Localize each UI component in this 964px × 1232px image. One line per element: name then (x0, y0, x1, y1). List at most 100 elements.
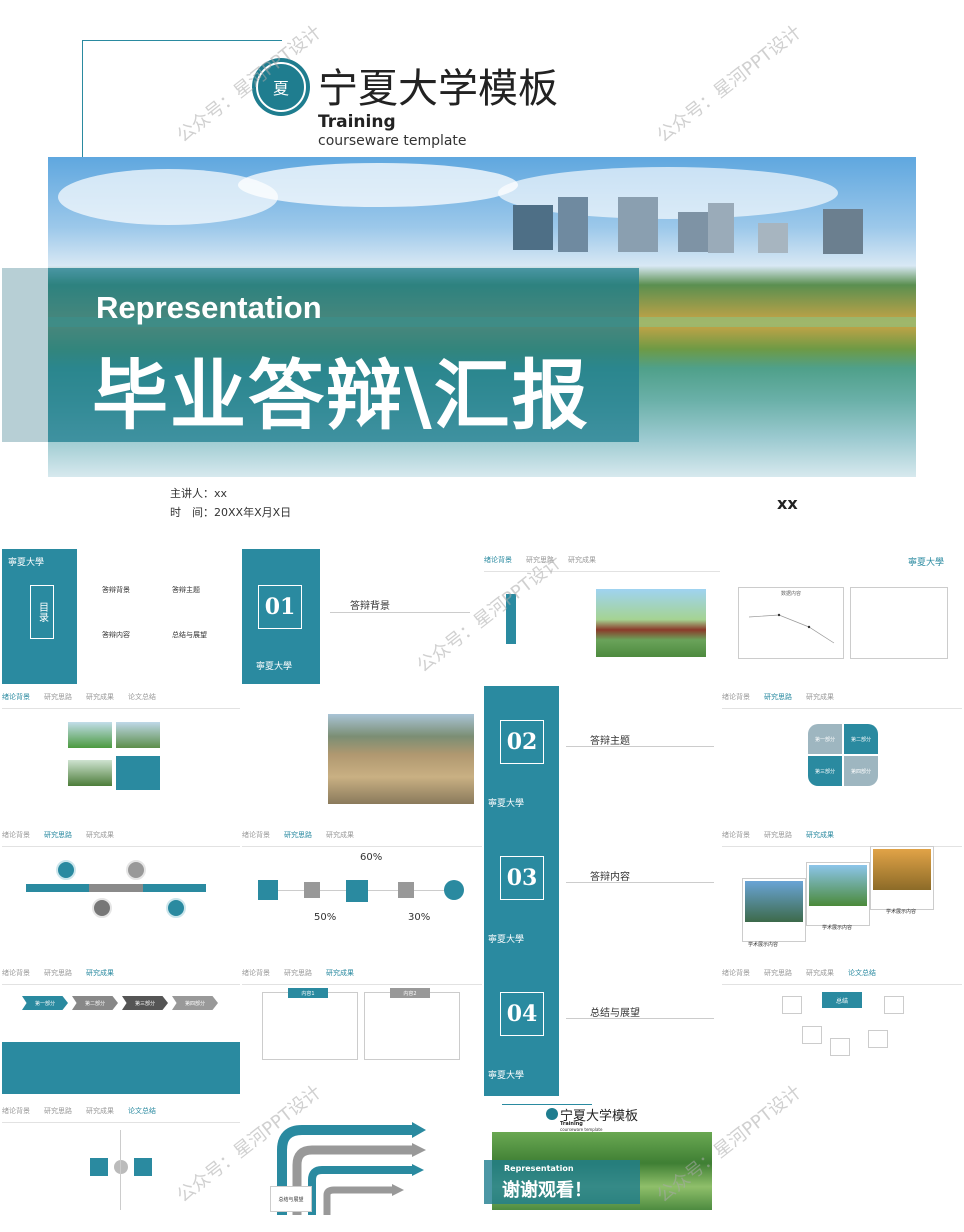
toc-item-2: 答辩主题 (172, 586, 200, 594)
cover-frame-line (82, 40, 83, 158)
logo-text: 寧夏大學 (256, 662, 293, 672)
section-title: 答辩主题 (590, 736, 630, 747)
photo-thumb (68, 722, 112, 748)
nav-item: 研究成果 (806, 969, 834, 977)
network-slide: 绪论背景 研究思路 研究成果 论文总结 总结 (722, 962, 962, 1098)
percent-label: 60% (360, 852, 383, 863)
section-number: 01 (258, 585, 302, 629)
cover-presenter: 主讲人：xx (170, 487, 228, 500)
nav-item: 绪论背景 (722, 831, 750, 839)
photo-frames-slide: 绪论背景 研究思路 研究成果 学术展示内容 学术展示内容 学术展示内容 (722, 824, 962, 960)
section-divider (566, 746, 714, 747)
photo-thumb (116, 722, 160, 748)
toc-item-1: 答辩背景 (102, 586, 130, 594)
leaf-icon (868, 1030, 888, 1048)
text-card (850, 587, 948, 659)
timeline-bar (26, 884, 206, 892)
arrows-slide: 绪论背景 研究思路 研究成果 第一部分 第二部分 第三部分 第四部分 (2, 962, 240, 1098)
cross-node (134, 1158, 152, 1176)
university-logo-icon (546, 1108, 558, 1120)
nav-item: 研究思路 (526, 556, 554, 564)
content-box (262, 992, 358, 1060)
quad-4: 第四部分 (844, 756, 878, 786)
quad-slide: 绪论背景 研究思路 研究成果 第一部分 第二部分 第三部分 第四部分 (722, 686, 962, 822)
quad-1: 第一部分 (808, 724, 842, 754)
percent-slide: 绪论背景 研究思路 研究成果 60% 50% 30% (242, 824, 482, 960)
icon-column (506, 594, 516, 644)
diamond-icon (346, 880, 368, 902)
nav-item: 研究思路 (44, 831, 72, 839)
step-arrow: 第一部分 (22, 996, 68, 1010)
nav-item: 绪论背景 (2, 831, 30, 839)
timeline-dot (126, 860, 146, 880)
step-arrow: 第三部分 (122, 996, 168, 1010)
watermark-text: 公众号：星河PPT设计 (653, 21, 806, 147)
cover-frame-line (82, 40, 282, 41)
nav-item: 研究思路 (284, 831, 312, 839)
ending-slide: 宁夏大学模板 Training courseware template Repr… (484, 1100, 720, 1230)
step-arrow: 第二部分 (72, 996, 118, 1010)
quad-2: 第二部分 (844, 724, 878, 754)
content-box-label: 内容1 (288, 988, 328, 998)
content-box-label: 内容2 (390, 988, 430, 998)
flow-box: 总结与展望 (270, 1186, 312, 1212)
section-divider (330, 612, 470, 613)
nav-item: 研究成果 (806, 831, 834, 839)
cover-training: Training (318, 112, 396, 132)
nav-item: 研究思路 (764, 831, 792, 839)
timeline-dot (166, 898, 186, 918)
nav-item: 论文总结 (128, 693, 156, 701)
nav-item: 研究思路 (44, 1107, 72, 1115)
nav-item: 论文总结 (128, 1107, 156, 1115)
center-node: 总结 (822, 992, 862, 1008)
cover-band-accent (2, 268, 48, 442)
nav-item: 研究成果 (326, 831, 354, 839)
nav-item: 研究成果 (86, 969, 114, 977)
chart-title: 数据内容 (780, 591, 801, 597)
nav-item: 研究成果 (568, 556, 596, 564)
logo-text: 寧夏大學 (908, 558, 945, 568)
nav-item: 研究思路 (764, 969, 792, 977)
section-title: 总结与展望 (590, 1008, 640, 1019)
photo-frame (870, 846, 934, 910)
logo-text: 寧夏大學 (488, 1071, 525, 1081)
nav-item: 绪论背景 (242, 969, 270, 977)
toc-item-4: 总结与展望 (172, 631, 207, 639)
sand-photo-slide (242, 686, 482, 822)
section-divider (566, 1018, 714, 1019)
section-01-slide: 01 寧夏大學 答辩背景 (242, 549, 482, 684)
nav-item: 研究思路 (44, 969, 72, 977)
nav-item: 绪论背景 (2, 1107, 30, 1115)
nav-item: 绪论背景 (484, 556, 512, 564)
university-logo-icon: 夏 (252, 58, 310, 116)
sand-photo (328, 714, 474, 804)
cross-slide: 绪论背景 研究思路 研究成果 论文总结 (2, 1100, 240, 1230)
content-slide-pavilion: 绪论背景 研究思路 研究成果 (484, 549, 720, 684)
nav-item: 研究成果 (86, 693, 114, 701)
curved-arrows-slide: 总结与展望 (242, 1100, 482, 1230)
cover-representation: Representation (96, 290, 322, 325)
photo-caption: 学术展示内容 (886, 909, 917, 915)
teal-band (2, 1042, 240, 1094)
nav-item: 绪论背景 (722, 969, 750, 977)
nav-item: 研究成果 (86, 831, 114, 839)
toc-label: 目录 (30, 585, 54, 639)
nav-item: 论文总结 (848, 969, 876, 977)
clock-icon (258, 880, 278, 900)
logo-text: 寧夏大學 (488, 799, 525, 809)
content-box (364, 992, 460, 1060)
ending-representation: Representation (504, 1164, 574, 1173)
step-arrow: 第四部分 (172, 996, 218, 1010)
cover-school-title: 宁夏大学模板 (318, 66, 558, 112)
pavilion-photo (596, 589, 706, 657)
chart-slide: 寧夏大學 数据内容 (722, 549, 962, 684)
section-number: 02 (500, 720, 544, 764)
timeline-dot (56, 860, 76, 880)
nav-item: 研究成果 (86, 1107, 114, 1115)
section-title: 答辩背景 (350, 601, 390, 612)
mail-icon (782, 996, 802, 1014)
cover-time: 时 间：20XX年X月X日 (170, 506, 292, 519)
nav-item: 绪论背景 (242, 831, 270, 839)
nav-item: 绪论背景 (2, 693, 30, 701)
photo-frame (806, 862, 870, 926)
